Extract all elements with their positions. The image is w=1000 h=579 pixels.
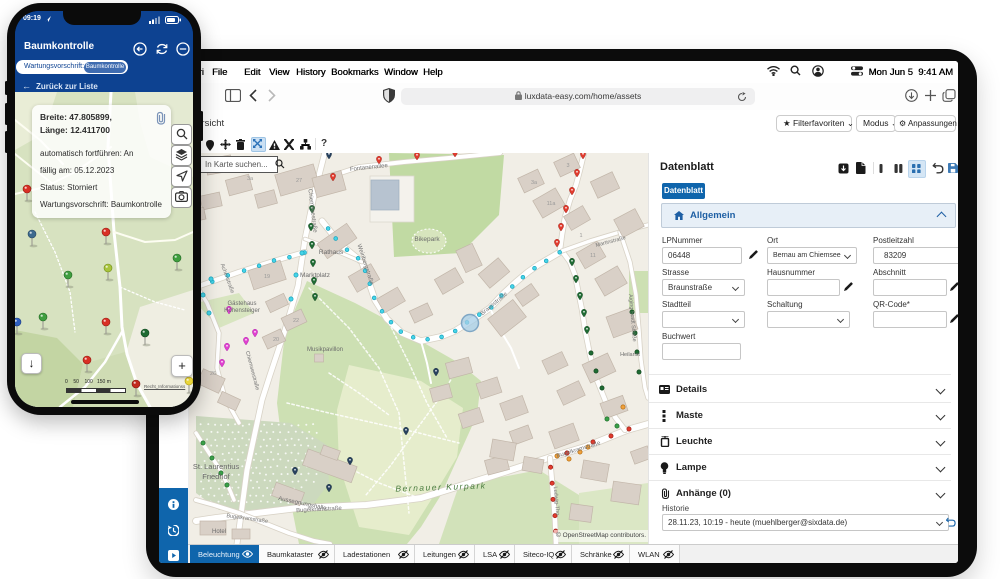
svg-text:26: 26 xyxy=(210,371,216,377)
svg-text:11: 11 xyxy=(590,253,596,259)
svg-text:St. Laurentius: St. Laurentius xyxy=(193,462,240,471)
svg-text:Rathaus: Rathaus xyxy=(319,249,344,256)
svg-text:3: 3 xyxy=(566,163,569,169)
svg-text:Musikpavillon: Musikpavillon xyxy=(307,347,343,353)
svg-text:1: 1 xyxy=(579,233,582,239)
svg-text:Höhensteiger: Höhensteiger xyxy=(224,308,260,314)
svg-text:11a: 11a xyxy=(547,201,557,207)
svg-text:Hotel: Hotel xyxy=(212,529,226,535)
svg-text:Marktplatz: Marktplatz xyxy=(300,272,330,279)
svg-text:19: 19 xyxy=(264,274,270,280)
svg-text:3a: 3a xyxy=(531,180,538,186)
svg-text:27: 27 xyxy=(296,178,302,184)
svg-text:3a: 3a xyxy=(247,176,254,182)
svg-text:Bikepark: Bikepark xyxy=(414,236,440,243)
svg-text:Heilanst: Heilanst xyxy=(620,352,640,358)
svg-text:Gästehaus: Gästehaus xyxy=(227,301,256,307)
svg-text:Friedhof: Friedhof xyxy=(202,472,230,481)
svg-text:22: 22 xyxy=(293,318,299,324)
svg-text:20: 20 xyxy=(273,337,279,343)
